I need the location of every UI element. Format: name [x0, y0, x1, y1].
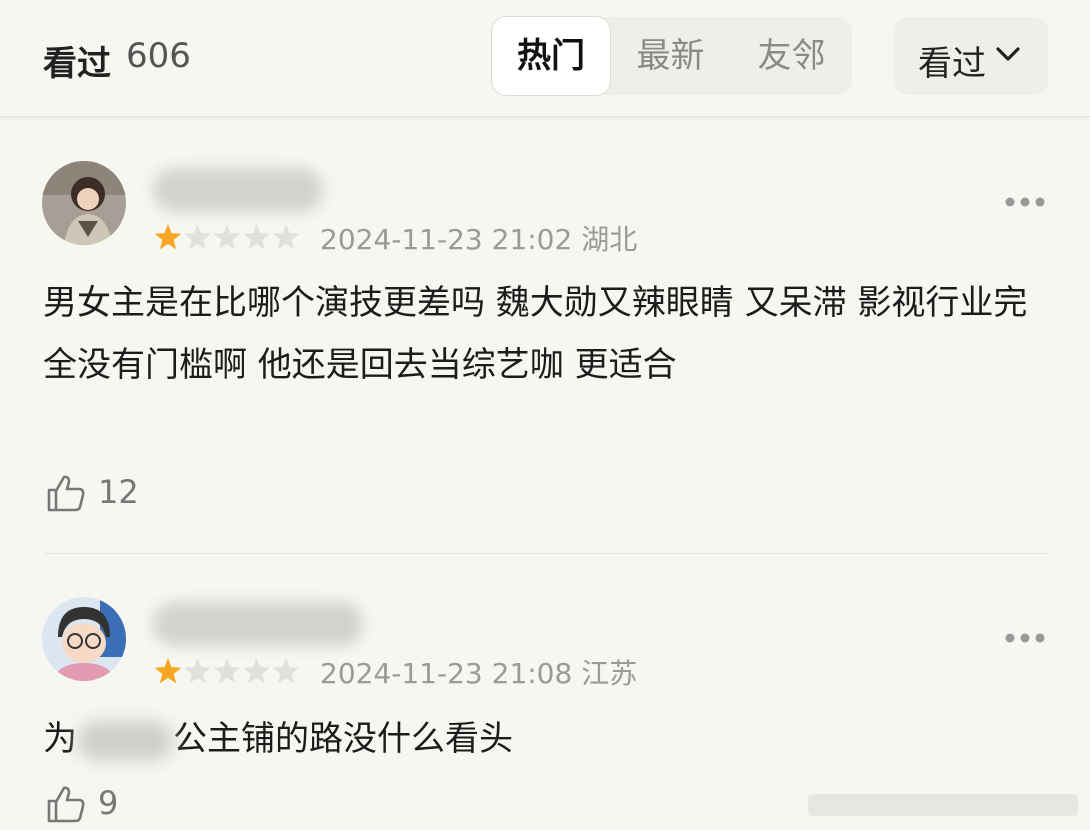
star-filled-icon	[154, 224, 182, 250]
comment-date: 2024-11-23 21:02	[320, 223, 573, 256]
star-filled-icon	[154, 658, 182, 684]
like-button[interactable]	[45, 472, 87, 518]
comment-text-suffix: 公主铺的路没什么看头	[173, 719, 513, 759]
star-empty-icon	[243, 224, 270, 250]
like-count: 12	[98, 473, 139, 511]
star-empty-icon	[213, 224, 241, 250]
comment-meta: 2024-11-23 21:08 江苏	[320, 652, 637, 692]
username[interactable]	[153, 602, 363, 646]
redacted-text	[77, 720, 173, 761]
comments-header: 看过 606 热门 最新 友邻 看过	[0, 0, 1090, 117]
star-empty-icon	[272, 658, 300, 684]
comment-location: 江苏	[581, 657, 638, 690]
comment-location: 湖北	[581, 223, 638, 256]
rating-stars	[153, 222, 308, 256]
tab-friends[interactable]: 友邻	[731, 17, 852, 95]
chevron-down-icon	[994, 42, 1022, 70]
star-empty-icon	[184, 658, 211, 684]
star-empty-icon	[272, 224, 300, 250]
divider	[43, 553, 1050, 554]
sort-segmented-control: 热门 最新 友邻	[492, 17, 852, 95]
like-button[interactable]	[45, 783, 87, 829]
star-empty-icon	[213, 658, 241, 684]
star-empty-icon	[184, 224, 211, 250]
comment-meta: 2024-11-23 21:02 湖北	[320, 218, 637, 258]
more-options-icon[interactable]	[1003, 190, 1047, 218]
comment-date: 2024-11-23 21:08	[320, 657, 573, 690]
tab-hot[interactable]: 热门	[492, 17, 610, 95]
avatar[interactable]	[42, 597, 126, 681]
comment-text: 男女主是在比哪个演技更差吗 魏大勋又辣眼睛 又呆滞 影视行业完全没有门槛啊 他还…	[43, 283, 1028, 385]
filter-label: 看过	[918, 44, 986, 84]
more-options-icon[interactable]	[1003, 626, 1047, 654]
tab-latest[interactable]: 最新	[610, 17, 731, 95]
thumbs-up-icon	[47, 475, 85, 512]
header-count: 606	[126, 36, 191, 76]
star-empty-icon	[243, 658, 270, 684]
avatar[interactable]	[42, 161, 126, 245]
like-count: 9	[98, 784, 119, 822]
comment-text-prefix: 为	[43, 719, 77, 759]
header-title: 看过	[43, 44, 111, 84]
username[interactable]	[153, 168, 323, 212]
thumbs-up-icon	[47, 786, 85, 823]
watermark	[808, 786, 1078, 826]
filter-dropdown[interactable]: 看过	[894, 17, 1048, 95]
rating-stars	[153, 656, 308, 690]
comment-text: 为 公主铺的路没什么看头	[43, 708, 1053, 770]
